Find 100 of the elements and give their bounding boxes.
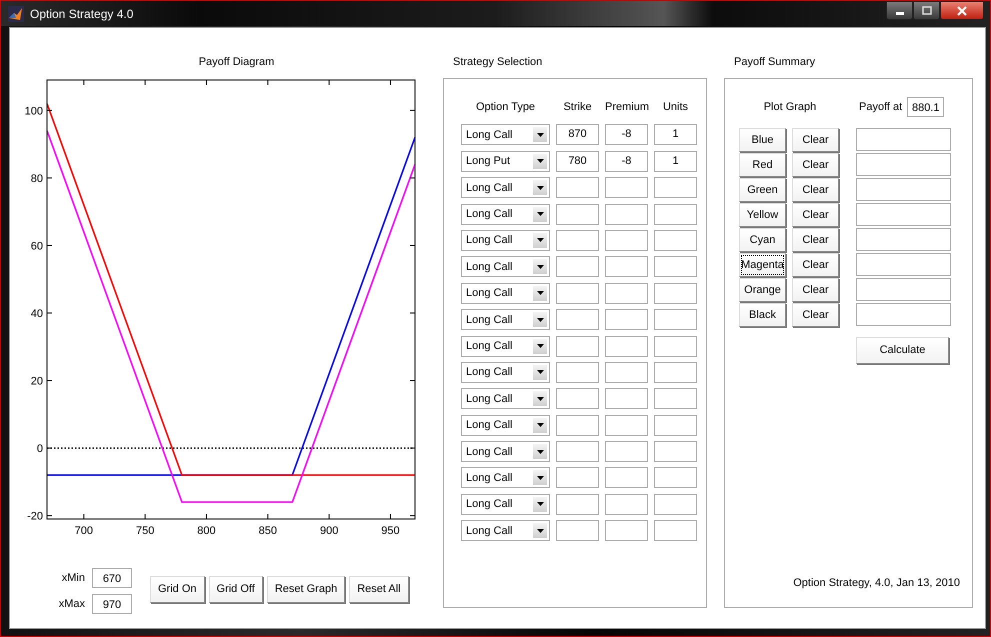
option-type-dropdown[interactable]: Long Call: [461, 362, 550, 383]
strike-field[interactable]: [556, 336, 599, 357]
option-type-dropdown[interactable]: Long Call: [461, 441, 550, 462]
premium-field[interactable]: [605, 362, 648, 383]
option-type-dropdown[interactable]: Long Call: [461, 177, 550, 198]
result-field[interactable]: [856, 253, 951, 276]
premium-field[interactable]: -8: [605, 150, 648, 172]
strike-field[interactable]: [556, 388, 599, 410]
premium-field[interactable]: [605, 388, 648, 410]
premium-field[interactable]: [605, 230, 648, 251]
result-field[interactable]: [856, 153, 951, 176]
option-type-dropdown[interactable]: Long Call: [461, 414, 550, 436]
strike-field[interactable]: [556, 230, 599, 251]
option-type-dropdown[interactable]: Long Put: [461, 150, 550, 172]
strike-field[interactable]: [556, 256, 599, 278]
result-field[interactable]: [856, 278, 951, 301]
option-type-dropdown[interactable]: Long Call: [461, 256, 550, 278]
strike-field[interactable]: [556, 414, 599, 436]
plot-button[interactable]: Green: [739, 178, 786, 202]
units-field[interactable]: [654, 441, 697, 462]
units-field[interactable]: [654, 494, 697, 515]
units-field[interactable]: 1: [654, 124, 697, 146]
minimize-button[interactable]: [886, 1, 913, 20]
premium-field[interactable]: [605, 282, 648, 304]
units-field[interactable]: [654, 230, 697, 251]
premium-field[interactable]: [605, 309, 648, 330]
input-field[interactable]: 880.1: [907, 97, 944, 117]
clear-button[interactable]: Clear: [792, 253, 839, 277]
clear-button[interactable]: Clear: [792, 178, 839, 202]
strike-field[interactable]: 780: [556, 150, 599, 172]
units-field[interactable]: [654, 520, 697, 542]
clear-button[interactable]: Clear: [792, 153, 839, 177]
graph-button[interactable]: Reset Graph: [266, 576, 346, 603]
plot-button[interactable]: Yellow: [739, 203, 786, 227]
option-type-dropdown[interactable]: Long Call: [461, 336, 550, 357]
result-field[interactable]: [856, 303, 951, 326]
calculate-button[interactable]: Calculate: [856, 337, 949, 364]
clear-button[interactable]: Clear: [792, 303, 839, 327]
graph-button[interactable]: Reset All: [349, 576, 409, 603]
strike-field[interactable]: [556, 441, 599, 462]
option-type-dropdown[interactable]: Long Call: [461, 388, 550, 410]
plot-button[interactable]: Red: [739, 153, 786, 177]
strike-field[interactable]: [556, 309, 599, 330]
option-type-dropdown[interactable]: Long Call: [461, 494, 550, 515]
clear-button[interactable]: Clear: [792, 228, 839, 252]
strike-field[interactable]: [556, 467, 599, 488]
strike-field[interactable]: [556, 282, 599, 304]
units-field[interactable]: [654, 388, 697, 410]
plot-button[interactable]: Black: [739, 303, 786, 327]
units-field[interactable]: [654, 362, 697, 383]
units-field[interactable]: 1: [654, 150, 697, 172]
plot-button[interactable]: Orange: [739, 278, 786, 302]
strike-field[interactable]: [556, 177, 599, 198]
plot-button[interactable]: Magenta: [739, 253, 786, 277]
caret-icon: [536, 528, 544, 533]
result-field[interactable]: [856, 228, 951, 251]
result-field[interactable]: [856, 203, 951, 226]
premium-field[interactable]: [605, 520, 648, 542]
units-field[interactable]: [654, 336, 697, 357]
close-button[interactable]: [940, 1, 984, 20]
strike-field[interactable]: [556, 520, 599, 542]
premium-field[interactable]: [605, 204, 648, 225]
result-field[interactable]: [856, 178, 951, 201]
graph-button[interactable]: Grid Off: [208, 576, 263, 603]
units-field[interactable]: [654, 282, 697, 304]
input-field[interactable]: 670: [92, 568, 132, 588]
units-field[interactable]: [654, 414, 697, 436]
maximize-button[interactable]: [913, 1, 940, 20]
strike-field[interactable]: 870: [556, 124, 599, 146]
option-type-dropdown[interactable]: Long Call: [461, 282, 550, 304]
option-type-dropdown[interactable]: Long Call: [461, 467, 550, 488]
strike-field[interactable]: [556, 494, 599, 515]
premium-field[interactable]: [605, 494, 648, 515]
units-field[interactable]: [654, 256, 697, 278]
premium-field[interactable]: [605, 177, 648, 198]
result-field[interactable]: [856, 128, 951, 151]
option-type-dropdown[interactable]: Long Call: [461, 124, 550, 146]
clear-button[interactable]: Clear: [792, 128, 839, 152]
input-field[interactable]: 970: [92, 594, 132, 614]
option-type-dropdown[interactable]: Long Call: [461, 309, 550, 330]
premium-field[interactable]: [605, 441, 648, 462]
premium-field[interactable]: [605, 467, 648, 488]
plot-button[interactable]: Blue: [739, 128, 786, 152]
units-field[interactable]: [654, 467, 697, 488]
strike-field[interactable]: [556, 204, 599, 225]
clear-button[interactable]: Clear: [792, 203, 839, 227]
plot-button[interactable]: Cyan: [739, 228, 786, 252]
units-field[interactable]: [654, 177, 697, 198]
clear-button[interactable]: Clear: [792, 278, 839, 302]
premium-field[interactable]: -8: [605, 124, 648, 146]
option-type-dropdown[interactable]: Long Call: [461, 520, 550, 542]
graph-button[interactable]: Grid On: [150, 576, 205, 603]
strike-field[interactable]: [556, 362, 599, 383]
premium-field[interactable]: [605, 336, 648, 357]
units-field[interactable]: [654, 204, 697, 225]
premium-field[interactable]: [605, 414, 648, 436]
option-type-dropdown[interactable]: Long Call: [461, 230, 550, 251]
premium-field[interactable]: [605, 256, 648, 278]
units-field[interactable]: [654, 309, 697, 330]
option-type-dropdown[interactable]: Long Call: [461, 204, 550, 225]
